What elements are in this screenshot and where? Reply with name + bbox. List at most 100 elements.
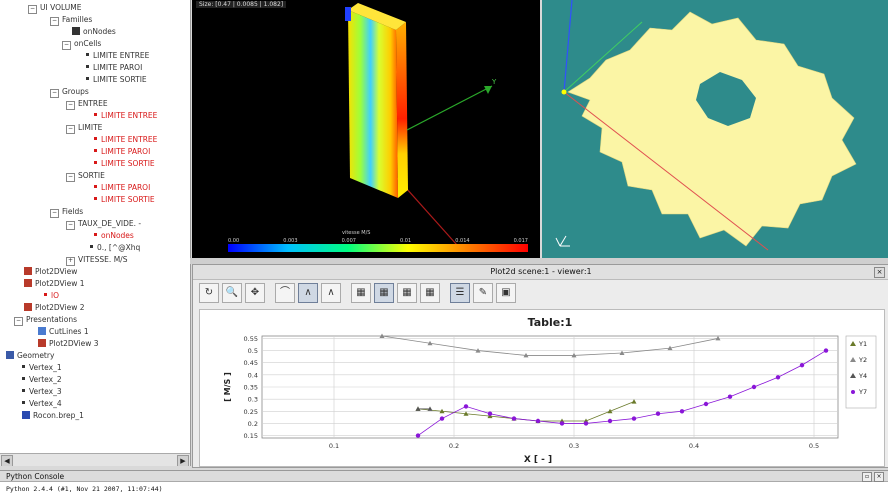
y-tick-label: 0.5 <box>248 347 258 355</box>
chart-area[interactable]: Table:1 0.15 0.2 0.25 0.3 0.35 0.4 0.45 0.5 0.55 0… <box>199 309 885 467</box>
tree-item[interactable]: LIMITE PAROI <box>86 62 142 74</box>
tree-item-label: Plot2DView 1 <box>35 279 85 288</box>
tree-item[interactable]: − LIMITE <box>66 122 102 134</box>
tree-item[interactable]: − onCells <box>62 38 101 50</box>
tree-item[interactable]: − UI VOLUME <box>28 2 82 14</box>
edit-icon[interactable]: ✎ <box>473 283 493 303</box>
collapse-icon[interactable]: − <box>66 173 75 182</box>
occ-geometry-viewer[interactable] <box>542 0 888 258</box>
tree-item[interactable]: Vertex_4 <box>22 398 62 410</box>
tree-item[interactable]: LIMITE SORTIE <box>94 158 155 170</box>
tree-item-label: LIMITE ENTREE <box>101 111 158 120</box>
tree-item[interactable]: Plot2DView 2 <box>24 302 85 314</box>
tree-item[interactable]: − Fields <box>50 206 83 218</box>
collapse-icon[interactable]: − <box>66 221 75 230</box>
tree-item-label: Rocon.brep_1 <box>33 411 84 420</box>
python-console[interactable]: Python 2.4.4 (#1, Nov 21 2007, 11:07:44) <box>0 482 888 500</box>
tree-item[interactable]: Geometry <box>6 350 54 362</box>
pan-icon[interactable]: ✥ <box>245 283 265 303</box>
tree-item[interactable]: Vertex_3 <box>22 386 62 398</box>
legend-label: Y4 <box>858 372 867 380</box>
tree-item[interactable]: − Groups <box>50 86 89 98</box>
tree-item[interactable]: Plot2DView 1 <box>24 278 85 290</box>
tree-item-label: ENTREE <box>78 99 108 108</box>
object-browser-tree[interactable]: − UI VOLUME − Familles onNodes − onCells LIMITE… <box>0 0 191 466</box>
tree-item[interactable]: LIMITE ENTREE <box>94 110 157 122</box>
tree-item[interactable]: Vertex_1 <box>22 362 62 374</box>
plot2d-close-button[interactable]: × <box>874 267 885 278</box>
3d-scene: Y <box>345 3 497 246</box>
bullet-icon <box>94 233 97 236</box>
tree-item[interactable]: LIMITE PAROI <box>94 182 150 194</box>
lines-mode-icon[interactable]: ∧ <box>298 283 318 303</box>
tree-item[interactable]: onNodes <box>94 230 134 242</box>
chart-icon <box>24 303 32 311</box>
collapse-icon[interactable]: − <box>50 89 59 98</box>
bullet-icon <box>22 377 25 380</box>
tree-horizontal-scrollbar[interactable]: ◀ ▶ <box>0 453 190 466</box>
collapse-icon[interactable]: − <box>50 209 59 218</box>
tree-item[interactable]: LIMITE PAROI <box>94 146 150 158</box>
tree-item[interactable]: LIMITE SORTIE <box>94 194 155 206</box>
points-mode-icon[interactable]: ⌒ <box>275 283 295 303</box>
data-point <box>583 421 589 426</box>
tree-item[interactable]: Plot2DView <box>24 266 77 278</box>
tree-item[interactable]: Plot2DView 3 <box>38 338 99 350</box>
y-tick-label: 0.25 <box>244 408 258 416</box>
y-tick-label: 0.35 <box>244 384 258 392</box>
spline-mode-icon[interactable]: ∧ <box>321 283 341 303</box>
tree-item[interactable]: onNodes <box>72 26 116 38</box>
tree-item[interactable]: 0., [^@Xhq <box>90 242 140 254</box>
collapse-icon[interactable]: − <box>62 41 71 50</box>
scroll-left-icon[interactable]: ◀ <box>1 455 13 466</box>
tree-item[interactable]: − Presentations <box>14 314 77 326</box>
tree-item-label: Plot2DView <box>35 267 78 276</box>
tree-item[interactable]: LIMITE ENTREE <box>94 134 157 146</box>
tree-item[interactable]: − ENTREE <box>66 98 108 110</box>
tree-item-label: LIMITE PAROI <box>101 147 151 156</box>
expand-icon[interactable]: + <box>66 257 75 266</box>
collapse-icon[interactable]: − <box>14 317 23 326</box>
tree-item[interactable]: − TAUX_DE_VIDE. - <box>66 218 141 230</box>
h-grid-icon[interactable]: ▦ <box>351 283 371 303</box>
collapse-icon[interactable]: − <box>66 101 75 110</box>
tree-item-label: LIMITE ENTREE <box>93 51 150 60</box>
tree-item[interactable]: − SORTIE <box>66 170 105 182</box>
tree-item-label: onNodes <box>101 231 134 240</box>
tree-item[interactable]: Vertex_2 <box>22 374 62 386</box>
bullet-icon <box>94 197 97 200</box>
fit-all-icon[interactable]: ↻ <box>199 283 219 303</box>
vtk-3d-viewer[interactable]: Size: [0.47 | 0.0085 | 1.082] Y vitesse … <box>192 0 540 258</box>
python-console-titlebar: Python Console ▫ × <box>0 470 888 482</box>
clone-view-icon[interactable]: ▣ <box>496 283 516 303</box>
tree-item[interactable]: + VITESSE. M/S <box>66 254 127 266</box>
x-tick-label: 0.3 <box>569 442 579 450</box>
collapse-icon[interactable]: − <box>50 17 59 26</box>
zoom-icon[interactable]: 🔍 <box>222 283 242 303</box>
y-tick-label: 0.45 <box>244 359 258 367</box>
console-close-button[interactable]: × <box>874 472 884 482</box>
tree-item[interactable]: Rocon.brep_1 <box>22 410 84 422</box>
plot2d-toolbar: ↻ 🔍 ✥ ⌒ ∧ ∧ ▦ ▦ ▦ ▦ ☰ ✎ ▣ <box>199 283 516 305</box>
console-float-button[interactable]: ▫ <box>862 472 872 482</box>
collapse-icon[interactable]: − <box>28 5 37 14</box>
v-grid-icon[interactable]: ▦ <box>374 283 394 303</box>
colorbar <box>228 244 528 252</box>
view-trihedron-icon <box>555 235 570 247</box>
collapse-icon[interactable]: − <box>66 125 75 134</box>
tree-item[interactable]: LIMITE SORTIE <box>86 74 147 86</box>
tree-item[interactable]: − Familles <box>50 14 92 26</box>
y-axis-label: [ M/S ] <box>223 372 232 402</box>
scroll-right-icon[interactable]: ▶ <box>177 455 189 466</box>
tree-item[interactable]: lO <box>44 290 59 302</box>
legend-icon[interactable]: ▦ <box>397 283 417 303</box>
bullet-icon <box>94 137 97 140</box>
tree-item[interactable]: LIMITE ENTREE <box>86 50 149 62</box>
y-tick-label: 0.15 <box>244 432 258 440</box>
tree-item-label: Vertex_2 <box>29 375 62 384</box>
tree-item[interactable]: CutLines 1 <box>38 326 89 338</box>
settings-icon[interactable]: ▦ <box>420 283 440 303</box>
bullet-icon <box>94 113 97 116</box>
curves-list-icon[interactable]: ☰ <box>450 283 470 303</box>
toolbar-separator <box>443 283 447 305</box>
